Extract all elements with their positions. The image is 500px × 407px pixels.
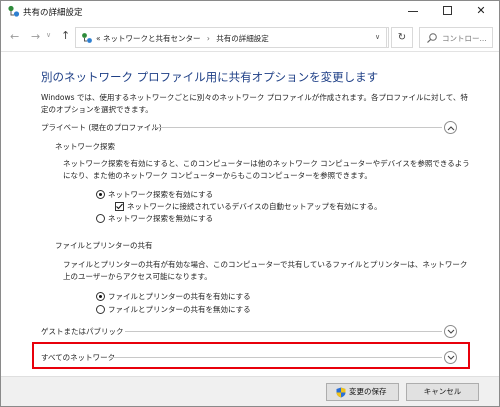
minimize-button[interactable]: [396, 1, 430, 22]
maximize-button[interactable]: [430, 1, 464, 22]
forward-arrow-icon[interactable]: →: [31, 30, 40, 43]
highlight-frame: [32, 342, 470, 369]
section-guest-label[interactable]: ゲストまたはパブリック: [41, 326, 124, 337]
refresh-icon: ↻: [397, 32, 407, 43]
breadcrumb-overflow[interactable]: «: [96, 34, 101, 43]
collapse-private-button[interactable]: [444, 121, 457, 134]
page-title: 別のネットワーク プロファイル用に共有オプションを変更します: [41, 70, 379, 84]
file-printer-sharing-label: ファイルとプリンターの共有: [55, 241, 153, 250]
refresh-button[interactable]: ↻: [391, 27, 413, 48]
divider: [125, 331, 442, 332]
save-changes-button[interactable]: 変更の保存: [326, 383, 399, 401]
breadcrumb-item-network-center[interactable]: ネットワークと共有センター: [103, 34, 201, 43]
address-dropdown-button[interactable]: ∨: [367, 27, 389, 48]
file-printer-sharing-description: ファイルとプリンターの共有が有効な場合、このコンピューターで共有しているファイル…: [63, 260, 468, 281]
close-icon: ✕: [476, 4, 486, 17]
network-icon: [8, 5, 20, 17]
minimize-icon: [408, 10, 418, 12]
network-discovery-label: ネットワーク探索: [55, 142, 115, 151]
back-arrow-icon[interactable]: ←: [10, 30, 19, 43]
breadcrumb-item-advanced-sharing[interactable]: 共有の詳細設定: [216, 34, 269, 43]
cancel-button[interactable]: キャンセル: [406, 383, 479, 401]
breadcrumb-separator[interactable]: ›: [207, 34, 210, 43]
window-title: 共有の詳細設定: [23, 8, 83, 18]
radio-selected[interactable]: [96, 190, 105, 199]
radio-selected[interactable]: [96, 292, 105, 301]
check-icon: [116, 203, 123, 210]
expand-guest-button[interactable]: [444, 325, 457, 338]
footer-bar: 変更の保存 キャンセル: [1, 376, 499, 406]
navigation-bar: ← → ∨ ↑ « ネットワークと共有センター › 共有の詳細設定 ∨ ↻ コン…: [1, 22, 499, 52]
radio-unselected[interactable]: [96, 214, 105, 223]
network-center-icon: [82, 33, 92, 43]
section-private-label[interactable]: プライベート (現在のプロファイル): [41, 122, 162, 133]
title-bar: 共有の詳細設定 ✕: [1, 1, 499, 22]
search-icon: [427, 33, 437, 43]
search-box[interactable]: コントロー...: [419, 27, 493, 48]
chevron-down-icon: ∨: [374, 33, 381, 41]
divider: [153, 127, 442, 128]
up-arrow-icon[interactable]: ↑: [61, 29, 70, 42]
intro-text: Windows では、使用するネットワークごとに別々のネットワーク プロファイル…: [41, 93, 468, 114]
maximize-icon: [442, 5, 452, 15]
address-bar[interactable]: « ネットワークと共有センター › 共有の詳細設定: [75, 27, 387, 48]
network-discovery-description: ネットワーク探索を有効にすると、このコンピューターは他のネットワーク コンピュー…: [63, 159, 470, 180]
advanced-sharing-window: 共有の詳細設定 ✕ ← → ∨ ↑ « ネットワークと共有センター › 共有の詳…: [0, 0, 500, 407]
checkbox-checked[interactable]: [115, 202, 124, 211]
chevron-up-icon: [447, 126, 455, 131]
shield-icon: [336, 387, 346, 398]
search-input[interactable]: コントロー...: [442, 33, 487, 44]
breadcrumb: « ネットワークと共有センター › 共有の詳細設定: [96, 33, 269, 44]
radio-unselected[interactable]: [96, 305, 105, 314]
recent-dropdown-icon[interactable]: ∨: [46, 31, 51, 39]
close-button[interactable]: ✕: [464, 1, 498, 22]
chevron-down-icon: [447, 329, 455, 334]
